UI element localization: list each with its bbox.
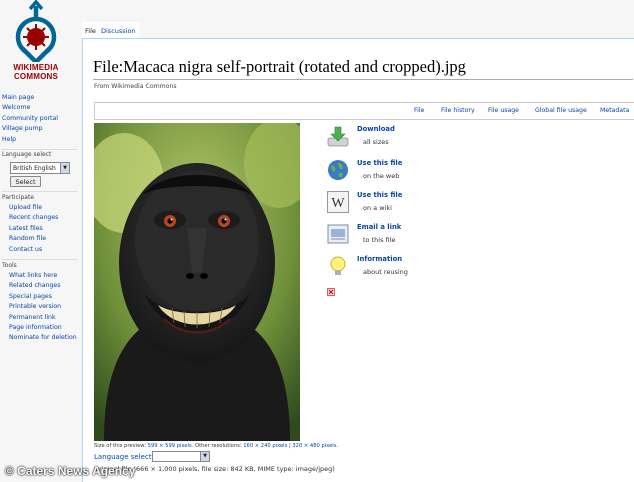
preview-others: . Other resolutions:: [191, 443, 244, 449]
participate-link[interactable]: Recent changes: [9, 214, 58, 221]
tools-portal: Tools What links here Related changes Sp…: [2, 262, 80, 344]
site-subtitle: From Wikimedia Commons: [94, 83, 177, 90]
use-on-web-sub: on the web: [363, 172, 400, 180]
nav-link[interactable]: Help: [2, 136, 16, 143]
nav-link[interactable]: Community portal: [2, 115, 58, 122]
sidebar-item-what-links-here[interactable]: What links here: [2, 271, 80, 281]
commons-logo-icon: [15, 0, 57, 62]
content-area: File:Macaca nigra self-portrait (rotated…: [82, 38, 634, 482]
sidebar: WIKIMEDIA COMMONS Main page Welcome Comm…: [0, 0, 82, 481]
download-icon: [327, 126, 349, 147]
portal-divider: [2, 191, 77, 192]
tools-link[interactable]: Page information: [9, 324, 62, 331]
globe-icon: [328, 160, 348, 180]
resolution-link-160[interactable]: 160 × 240 pixels: [243, 443, 287, 449]
tab-discussion[interactable]: Discussion: [98, 22, 139, 38]
download-link[interactable]: Download: [357, 125, 395, 133]
resolution-link-320[interactable]: 320 × 480 pixels: [292, 443, 336, 449]
title-divider: [93, 79, 633, 80]
nav-item-help[interactable]: Help: [2, 135, 80, 145]
sidebar-item-latest-files[interactable]: Latest files: [2, 224, 80, 234]
portal-divider: [2, 259, 77, 260]
navigation-portal: Main page Welcome Community portal Villa…: [2, 93, 80, 145]
toc-file-usage[interactable]: File usage: [488, 103, 519, 119]
language-portal: Language select: [2, 151, 80, 160]
toc-metadata[interactable]: Metadata: [600, 103, 629, 119]
wikipedia-icon: W: [327, 191, 349, 213]
nav-item-main-page[interactable]: Main page: [2, 93, 80, 103]
sidebar-item-permanent-link[interactable]: Permanent link: [2, 313, 80, 323]
toc-file-history[interactable]: File history: [441, 103, 475, 119]
preview-size-link[interactable]: 599 × 599 pixels: [148, 443, 192, 449]
file-toc-bar: File File history File usage Global file…: [94, 102, 634, 120]
nav-link[interactable]: Main page: [2, 94, 34, 101]
page-title: File:Macaca nigra self-portrait (rotated…: [93, 57, 466, 76]
tab-file[interactable]: File: [82, 22, 99, 38]
tools-link[interactable]: Nominate for deletion: [9, 334, 77, 341]
wikimedia-commons-logo[interactable]: WIKIMEDIA COMMONS: [0, 0, 80, 85]
download-sub: all sizes: [363, 138, 389, 146]
email-link[interactable]: Email a link: [357, 223, 401, 231]
participate-link[interactable]: Upload file: [9, 204, 42, 211]
email-icon: [327, 224, 349, 244]
svg-text:W: W: [331, 196, 345, 211]
preview-prefix: Size of this preview:: [94, 443, 148, 449]
language-dropdown[interactable]: British English ▼: [10, 162, 70, 174]
chevron-down-icon: ▼: [200, 452, 209, 461]
sidebar-item-contact-us[interactable]: Contact us: [2, 245, 80, 255]
toc-global-file-usage[interactable]: Global file usage: [535, 103, 587, 119]
participate-portal: Participate Upload file Recent changes L…: [2, 194, 80, 255]
chevron-down-icon: ▼: [60, 163, 69, 173]
nav-item-village-pump[interactable]: Village pump: [2, 124, 80, 134]
email-sub: to this file: [363, 236, 396, 244]
nav-item-community-portal[interactable]: Community portal: [2, 114, 80, 124]
logo-wordmark-line1: WIKIMEDIA: [13, 63, 59, 72]
use-on-wiki-sub: on a wiki: [363, 204, 392, 212]
language-select-heading: Language select: [2, 151, 52, 158]
toc-file[interactable]: File: [414, 103, 424, 119]
sidebar-item-special-pages[interactable]: Special pages: [2, 292, 80, 302]
information-sub: about reusing: [363, 268, 408, 276]
participate-link[interactable]: Contact us: [9, 246, 42, 253]
preview-end: .: [336, 443, 339, 449]
tools-heading: Tools: [2, 262, 17, 269]
sidebar-item-related-changes[interactable]: Related changes: [2, 281, 80, 291]
participate-link[interactable]: Latest files: [9, 225, 43, 232]
broken-image-icon: [327, 288, 335, 296]
nav-link[interactable]: Welcome: [2, 104, 30, 111]
preview-size-info: Size of this preview: 599 × 599 pixels. …: [94, 443, 338, 449]
participate-link[interactable]: Random file: [9, 235, 46, 242]
content-language-dropdown[interactable]: ▼: [152, 451, 210, 462]
sidebar-item-page-information[interactable]: Page information: [2, 323, 80, 333]
tools-link[interactable]: Permanent link: [9, 314, 56, 321]
lightbulb-icon: [330, 256, 346, 275]
participate-heading: Participate: [2, 194, 35, 201]
watermark: © Caters News Agency: [5, 464, 136, 478]
portal-divider: [2, 149, 77, 150]
tools-link[interactable]: Printable version: [9, 303, 61, 310]
information-link[interactable]: Information: [357, 255, 402, 263]
sidebar-item-upload-file[interactable]: Upload file: [2, 203, 80, 213]
tools-link[interactable]: What links here: [9, 272, 57, 279]
tools-link[interactable]: Special pages: [9, 293, 52, 300]
content-language-label: Language select:: [94, 453, 154, 461]
sidebar-item-recent-changes[interactable]: Recent changes: [2, 213, 80, 223]
nav-link[interactable]: Village pump: [2, 125, 43, 132]
use-on-web-link[interactable]: Use this file: [357, 159, 402, 167]
sidebar-item-random-file[interactable]: Random file: [2, 234, 80, 244]
sidebar-item-printable-version[interactable]: Printable version: [2, 302, 80, 312]
sidebar-item-nominate-for-deletion[interactable]: Nominate for deletion: [2, 333, 80, 343]
logo-wordmark-line2: COMMONS: [13, 72, 59, 81]
nav-item-welcome[interactable]: Welcome: [2, 103, 80, 113]
language-selected-value: British English: [13, 165, 56, 172]
use-on-wiki-link[interactable]: Use this file: [357, 191, 402, 199]
tools-link[interactable]: Related changes: [9, 282, 60, 289]
macaque-photo[interactable]: [94, 123, 300, 441]
language-select-button[interactable]: Select: [10, 176, 41, 187]
